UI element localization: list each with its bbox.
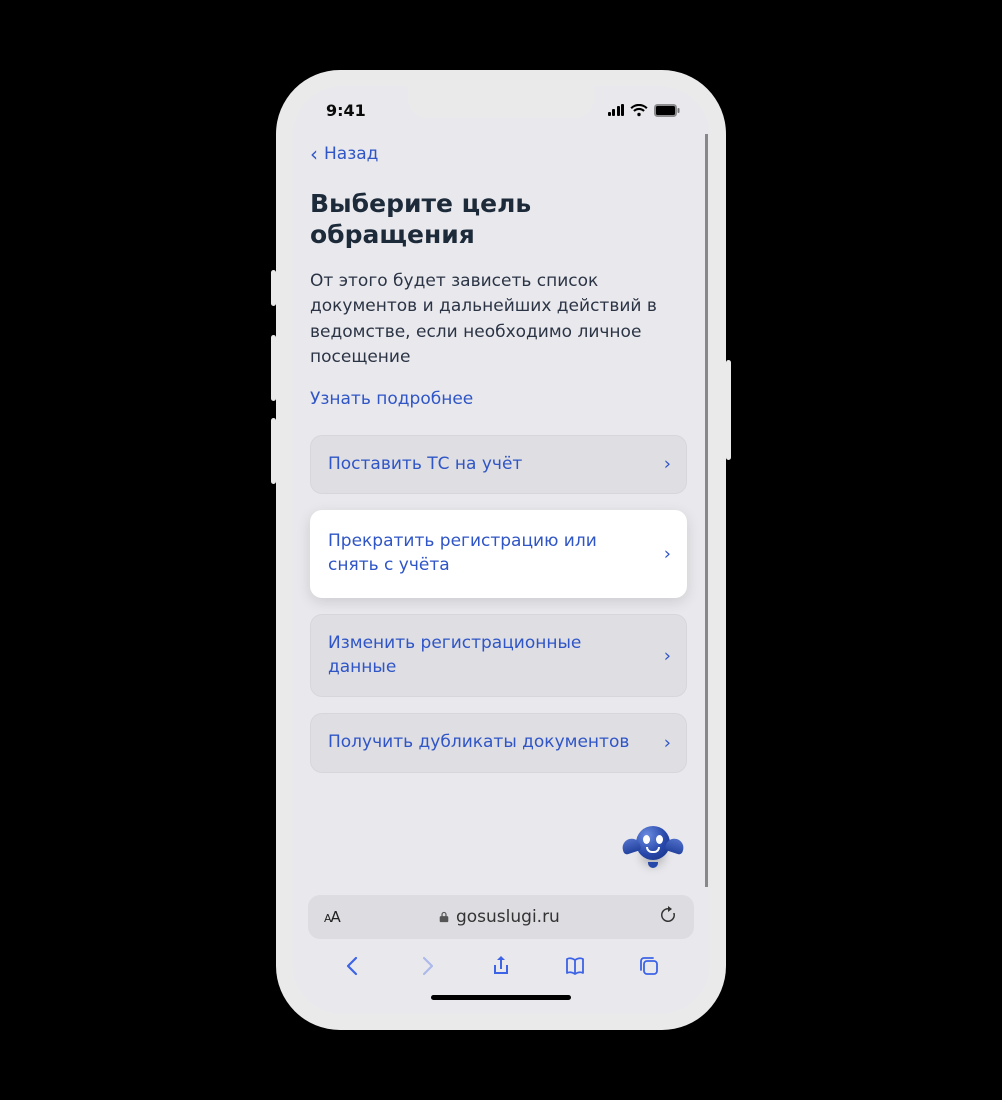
browser-toolbar [308,939,694,991]
reload-button[interactable] [658,905,678,929]
option-label: Изменить регистрационные данные [328,633,581,677]
tabs-icon [637,954,661,978]
status-time: 9:41 [326,101,366,120]
chevron-right-icon: › [664,731,671,756]
book-icon [563,954,587,978]
share-icon [489,954,513,978]
page-description: От этого будет зависеть список документо… [310,269,687,371]
assistant-fab[interactable] [623,813,683,873]
lock-icon [438,911,450,923]
option-label: Поставить ТС на учёт [328,454,522,474]
page-content[interactable]: ‹ Назад Выберите цель обращения От этого… [292,134,708,887]
url-display[interactable]: gosuslugi.ru [438,907,560,927]
option-card-2[interactable]: Изменить регистрационные данные › [310,614,687,698]
share-button[interactable] [481,946,521,986]
back-button[interactable]: ‹ Назад [310,144,687,164]
chevron-right-icon: › [664,452,671,477]
reader-mode-button[interactable]: AA [324,908,340,926]
browser-chrome: AA gosuslugi.ru [292,887,710,1014]
chevron-left-icon: ‹ [310,144,318,164]
chevron-right-icon: › [664,643,671,668]
nav-back-button[interactable] [333,946,373,986]
robot-icon [636,826,670,860]
chevron-right-icon: › [664,542,671,567]
phone-volume-up [271,335,276,401]
reload-icon [658,905,678,925]
option-label: Прекратить регистрацию или снять с учёта [328,531,597,575]
cellular-icon [608,104,625,116]
status-indicators [608,104,681,117]
option-card-0[interactable]: Поставить ТС на учёт › [310,435,687,495]
option-card-3[interactable]: Получить дубликаты документов › [310,713,687,773]
options-list: Поставить ТС на учёт›Прекратить регистра… [310,435,687,774]
screen: 9:41 ‹ Назад Выберите цель обращения От … [292,86,710,1014]
option-card-1[interactable]: Прекратить регистрацию или снять с учёта… [310,510,687,598]
wifi-icon [630,104,648,117]
battery-icon [654,104,680,117]
option-label: Получить дубликаты документов [328,732,629,752]
back-label: Назад [324,144,378,164]
bookmarks-button[interactable] [555,946,595,986]
phone-volume-down [271,418,276,484]
tabs-button[interactable] [629,946,669,986]
phone-side-button [271,270,276,306]
page-title: Выберите цель обращения [310,188,687,251]
learn-more-link[interactable]: Узнать подробнее [310,389,687,409]
url-bar[interactable]: AA gosuslugi.ru [308,895,694,939]
url-domain: gosuslugi.ru [456,907,560,927]
home-indicator[interactable] [431,995,571,1000]
phone-frame: 9:41 ‹ Назад Выберите цель обращения От … [276,70,726,1030]
nav-forward-button [407,946,447,986]
notch [408,86,594,118]
phone-power-button [726,360,731,460]
